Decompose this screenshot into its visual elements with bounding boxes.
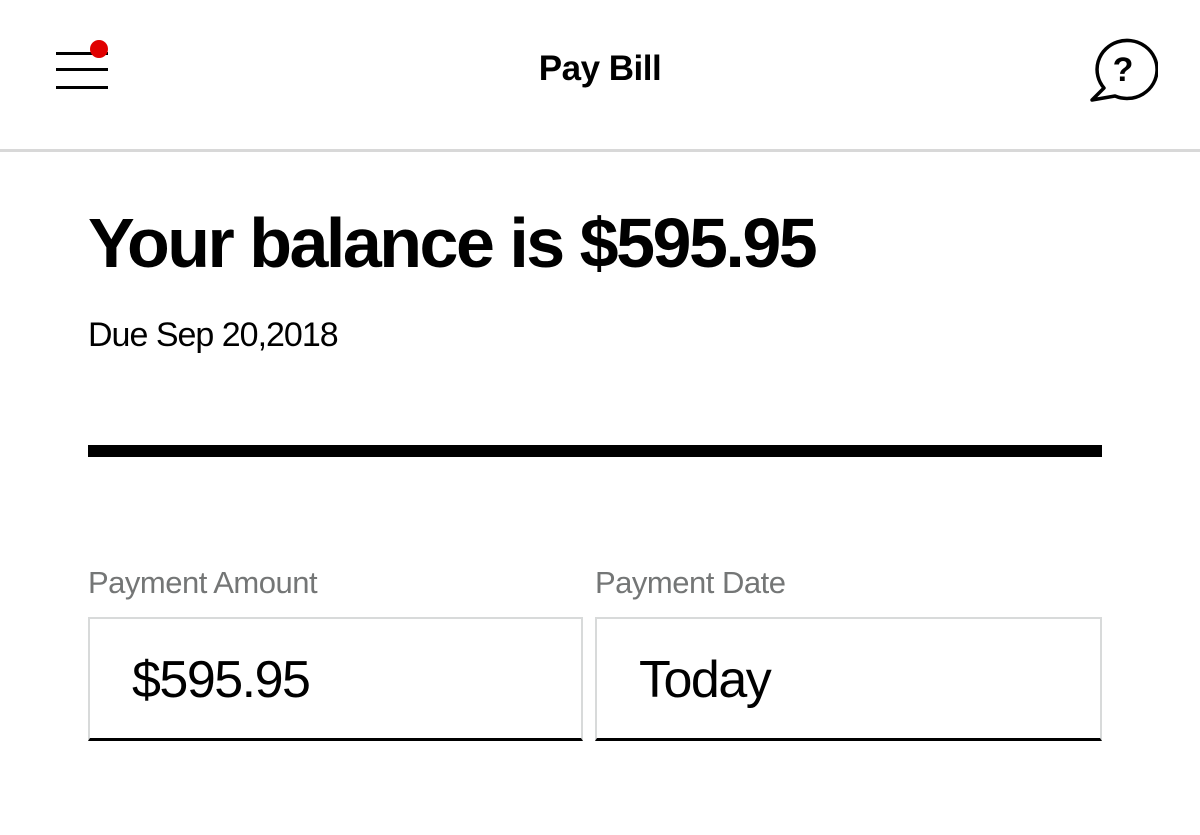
svg-text:?: ? bbox=[1113, 51, 1134, 89]
app-header: Pay Bill ? bbox=[0, 0, 1200, 152]
payment-date-field[interactable]: Today bbox=[595, 617, 1102, 741]
help-button[interactable]: ? bbox=[1086, 36, 1158, 104]
question-chat-bubble-icon: ? bbox=[1090, 38, 1158, 102]
payment-amount-value: $595.95 bbox=[132, 651, 311, 709]
payment-date-label: Payment Date bbox=[595, 565, 786, 600]
due-date-text: Due Sep 20,2018 bbox=[88, 316, 339, 354]
payment-amount-label: Payment Amount bbox=[88, 565, 318, 600]
section-divider bbox=[88, 445, 1102, 457]
page-title: Pay Bill bbox=[538, 49, 662, 88]
payment-amount-field[interactable]: $595.95 bbox=[88, 617, 583, 741]
payment-date-value: Today bbox=[639, 651, 772, 709]
balance-heading: Your balance is $595.95 bbox=[88, 204, 818, 282]
